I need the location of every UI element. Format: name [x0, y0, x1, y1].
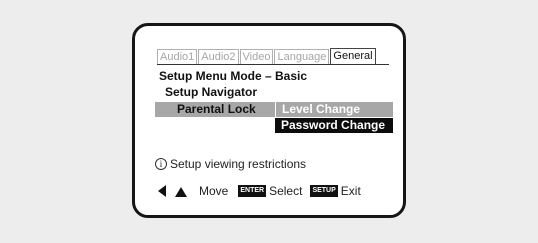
tab-audio1[interactable]: Audio1 — [157, 49, 198, 65]
help-text-label: Setup viewing restrictions — [170, 157, 307, 171]
tab-divider — [157, 64, 389, 65]
tab-general[interactable]: General — [330, 48, 376, 65]
enter-key-badge: ENTER — [238, 185, 267, 197]
up-arrow-icon — [175, 186, 187, 197]
help-text: i Setup viewing restrictions — [155, 157, 306, 171]
info-icon: i — [155, 158, 167, 170]
password-change-option[interactable]: Password Change — [275, 118, 393, 133]
select-label: Select — [269, 184, 303, 198]
parental-lock-label[interactable]: Parental Lock — [177, 102, 256, 117]
setup-mode-item[interactable]: Setup Menu Mode – Basic — [159, 69, 307, 83]
setup-screen: Audio1 Audio2 Video Language General Set… — [132, 23, 406, 218]
tab-language[interactable]: Language — [274, 49, 330, 65]
tab-bar: Audio1 Audio2 Video Language General — [157, 47, 377, 65]
setup-key-badge: SETUP — [310, 185, 338, 197]
exit-label: Exit — [340, 184, 361, 198]
tab-video[interactable]: Video — [239, 49, 274, 65]
move-label: Move — [199, 184, 229, 198]
tab-audio2[interactable]: Audio2 — [198, 49, 239, 65]
footer-controls: Move ENTER Select SETUP Exit — [157, 184, 361, 198]
setup-navigator-item[interactable]: Setup Navigator — [165, 85, 257, 99]
left-arrow-icon — [157, 185, 167, 197]
level-change-option[interactable]: Level Change — [275, 102, 393, 117]
